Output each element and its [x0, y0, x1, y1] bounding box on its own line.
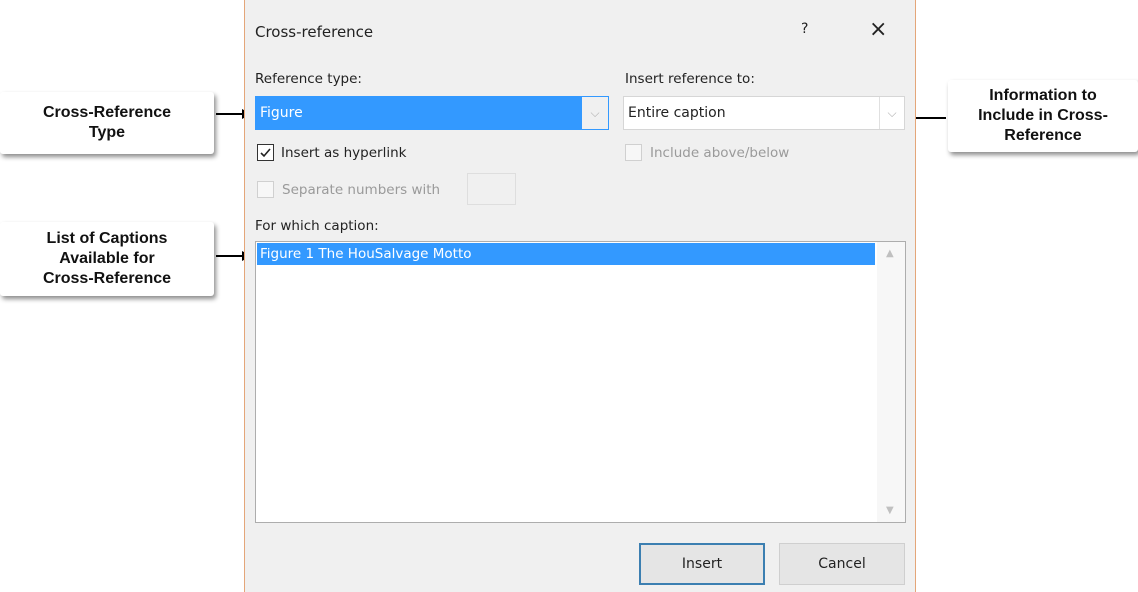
separate-numbers-checkbox[interactable] [257, 181, 274, 198]
callout-line: Type [88, 124, 126, 141]
scroll-down-icon[interactable]: ▼ [886, 505, 894, 516]
reference-type-value: Figure [260, 105, 303, 121]
insert-reference-to-label: Insert reference to: [625, 71, 755, 87]
reference-type-dropdown[interactable]: Figure ⌵ [255, 96, 609, 130]
callout-cross-reference-type: Cross-Reference Type [0, 92, 214, 154]
callout-line: Information to [989, 87, 1097, 104]
callout-list-of-captions: List of Captions Available for Cross-Ref… [0, 222, 214, 296]
separate-numbers-input[interactable] [467, 173, 516, 205]
reference-type-label: Reference type: [255, 71, 362, 87]
checkmark-icon [260, 148, 271, 158]
insert-as-hyperlink-checkbox[interactable] [257, 144, 274, 161]
callout-line: Available for [59, 250, 155, 267]
callout-line: List of Captions [46, 230, 168, 247]
insert-reference-to-dropdown[interactable]: Entire caption ⌵ [623, 96, 905, 130]
callout-line: Cross-Reference [42, 270, 172, 287]
chevron-down-icon: ⌵ [879, 97, 904, 129]
include-above-below-checkbox[interactable] [625, 144, 642, 161]
insert-button[interactable]: Insert [639, 543, 765, 585]
vertical-scrollbar[interactable]: ▲ ▼ [877, 242, 905, 522]
cancel-button[interactable]: Cancel [779, 543, 905, 585]
chevron-down-icon: ⌵ [582, 97, 608, 129]
help-button[interactable]: ? [801, 21, 808, 37]
insert-reference-to-value: Entire caption [628, 105, 726, 121]
for-which-caption-label: For which caption: [255, 218, 379, 234]
dialog-title: Cross-reference [255, 23, 374, 41]
cross-reference-dialog: Cross-reference ? × Reference type: Figu… [244, 0, 916, 592]
close-icon[interactable]: × [869, 17, 887, 42]
include-above-below-label: Include above/below [650, 145, 790, 161]
separate-numbers-label: Separate numbers with [282, 182, 441, 198]
insert-as-hyperlink-label[interactable]: Insert as hyperlink [281, 145, 406, 161]
caption-listbox[interactable]: Figure 1 The HouSalvage Motto ▲ ▼ [255, 241, 906, 523]
callout-line: Include in Cross- [978, 107, 1108, 124]
callout-line: Reference [1004, 127, 1082, 144]
callout-information-to-include: Information to Include in Cross- Referen… [948, 80, 1138, 152]
scroll-up-icon[interactable]: ▲ [886, 248, 894, 259]
caption-item-text: Figure 1 The HouSalvage Motto [260, 246, 472, 262]
callout-line: Cross-Reference [42, 104, 172, 121]
list-item[interactable]: Figure 1 The HouSalvage Motto [257, 243, 875, 265]
